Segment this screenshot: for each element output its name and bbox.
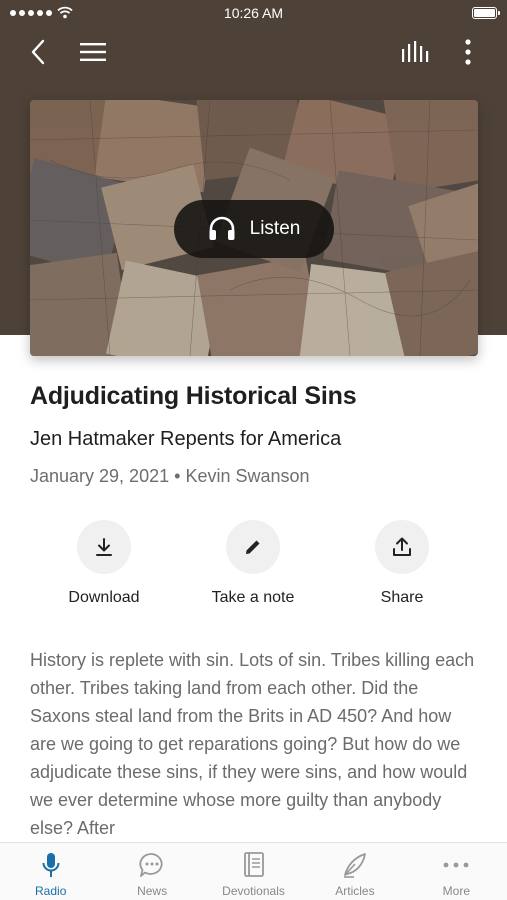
take-note-label: Take a note — [211, 589, 295, 606]
meta-separator: • — [174, 466, 181, 486]
sermon-description: History is replete with sin. Lots of sin… — [30, 650, 475, 838]
status-bar: 10:26 AM — [0, 0, 507, 28]
tab-more[interactable]: More — [406, 843, 507, 900]
sermon-date: January 29, 2021 — [30, 466, 170, 486]
listen-label: Listen — [249, 218, 301, 239]
share-icon — [393, 537, 411, 556]
download-label: Download — [68, 589, 140, 606]
menu-button[interactable] — [75, 34, 111, 70]
tab-more-label: More — [442, 884, 470, 898]
share-label: Share — [380, 589, 424, 606]
microphone-icon — [42, 853, 60, 877]
share-button[interactable]: Share — [327, 520, 477, 607]
book-icon — [243, 852, 264, 877]
quill-pen-icon — [343, 853, 366, 878]
ellipsis-icon — [443, 862, 469, 868]
tab-articles[interactable]: Articles — [304, 843, 405, 900]
vertical-ellipsis-icon — [465, 39, 471, 65]
audio-player-button[interactable] — [397, 34, 433, 70]
pencil-icon — [246, 540, 260, 554]
hamburger-icon — [80, 43, 106, 61]
chevron-left-icon — [31, 39, 45, 65]
sermon-title: Adjudicating Historical Sins — [30, 382, 357, 410]
download-icon — [96, 538, 112, 556]
sermon-speaker[interactable]: Kevin Swanson — [185, 466, 309, 486]
tab-radio[interactable]: Radio — [0, 843, 101, 900]
tab-articles-label: Articles — [335, 884, 375, 898]
battery-icon — [472, 7, 500, 19]
audio-bars-icon — [402, 41, 429, 62]
download-button[interactable]: Download — [29, 520, 179, 607]
tab-news-label: News — [137, 884, 168, 898]
chat-bubble-icon — [139, 853, 163, 877]
sermon-subtitle: Jen Hatmaker Repents for America — [30, 428, 342, 450]
take-note-button[interactable]: Take a note — [178, 520, 328, 607]
headphones-icon — [209, 216, 235, 240]
listen-button[interactable]: Listen — [174, 200, 334, 258]
nav-bar — [0, 28, 507, 76]
tab-radio-label: Radio — [35, 884, 67, 898]
tab-news[interactable]: News — [101, 843, 202, 900]
back-button[interactable] — [20, 34, 56, 70]
more-options-button[interactable] — [450, 34, 486, 70]
tab-bar: Radio News Devotionals Articles More — [0, 842, 507, 900]
sermon-meta: January 29, 2021 • Kevin Swanson — [30, 466, 310, 487]
status-time: 10:26 AM — [223, 5, 284, 21]
tab-devotionals-label: Devotionals — [222, 884, 285, 898]
tab-devotionals[interactable]: Devotionals — [203, 843, 304, 900]
